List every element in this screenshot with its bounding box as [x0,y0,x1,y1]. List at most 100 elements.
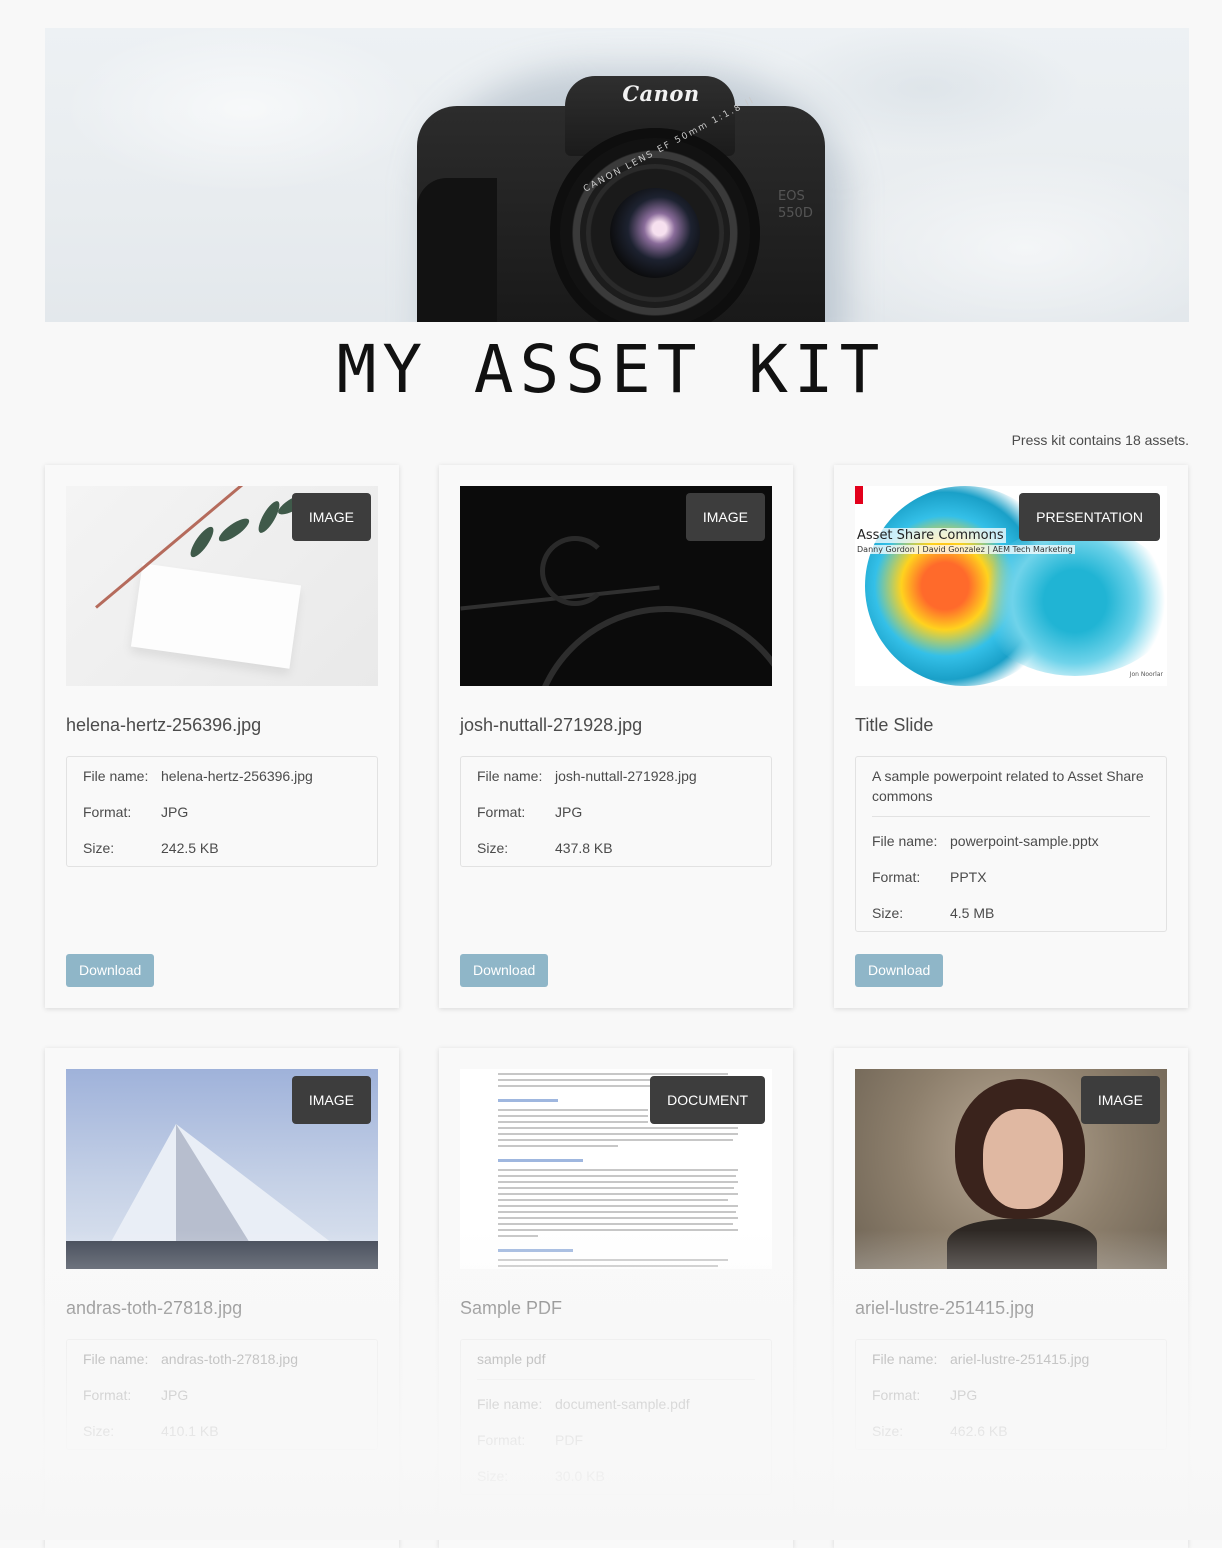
thumb-text-line [498,1265,718,1267]
detail-row-filename: File name: powerpoint-sample.pptx [872,823,1150,859]
detail-row-size: Size: 462.6 KB [872,1413,1150,1449]
asset-details: File name: helena-hertz-256396.jpg Forma… [66,756,378,867]
detail-row-format: Format: JPG [872,1377,1150,1413]
detail-row-format: Format: PDF [477,1422,755,1458]
thumb-text-line [498,1175,736,1177]
asset-card[interactable]: Asset Share Commons Danny Gordon | David… [834,465,1188,1008]
detail-value: josh-nuttall-271928.jpg [555,768,697,784]
thumb-gift-tag [130,563,302,669]
detail-row-format: Format: JPG [83,794,361,830]
detail-row-format: Format: PPTX [872,859,1150,895]
download-button[interactable]: Download [66,954,155,987]
asset-description: sample pdf [477,1340,755,1380]
thumb-slide-subtitle: Danny Gordon | David Gonzalez | AEM Tech… [855,545,1075,554]
detail-row-filename: File name: document-sample.pdf [477,1386,755,1422]
detail-value: powerpoint-sample.pptx [950,833,1099,849]
detail-label: Format: [477,1432,526,1448]
detail-value: PPTX [950,869,987,885]
asset-card[interactable]: DOCUMENT Sample PDF sample pdf File name… [439,1048,793,1548]
asset-title[interactable]: Sample PDF [460,1298,562,1319]
thumb-leaf [215,514,253,546]
detail-value: 242.5 KB [161,840,219,856]
asset-card[interactable]: IMAGE ariel-lustre-251415.jpg File name:… [834,1048,1188,1548]
download-button[interactable]: Download [855,954,944,987]
asset-card[interactable]: IMAGE josh-nuttall-271928.jpg File name:… [439,465,793,1008]
asset-title[interactable]: Title Slide [855,715,933,736]
detail-label: Format: [872,1387,921,1403]
thumb-slide-title: Asset Share Commons [855,528,1006,543]
detail-row-filename: File name: josh-nuttall-271928.jpg [477,758,755,794]
detail-label: Format: [872,869,921,885]
thumb-portrait-face [983,1109,1063,1209]
thumb-portrait-body [947,1219,1097,1269]
detail-row-format: Format: JPG [477,794,755,830]
detail-row-size: Size: 30.0 KB [477,1458,755,1494]
thumb-text-line [498,1193,738,1195]
thumb-text-line [498,1211,736,1213]
detail-row-size: Size: 242.5 KB [83,830,361,866]
asset-details: File name: andras-toth-27818.jpg Format:… [66,1339,378,1450]
camera-model: EOS 550D [778,188,813,222]
thumb-text-line [498,1223,733,1225]
thumb-slide-author: Jon Noorlar [1129,671,1163,678]
asset-title[interactable]: helena-hertz-256396.jpg [66,715,261,736]
asset-type-badge: IMAGE [685,493,765,541]
asset-title[interactable]: andras-toth-27818.jpg [66,1298,242,1319]
page-title: MY ASSET KIT [336,331,886,408]
detail-row-size: Size: 4.5 MB [872,895,1150,931]
detail-label: File name: [83,1351,149,1367]
detail-label: Size: [477,1468,509,1484]
asset-card[interactable]: IMAGE helena-hertz-256396.jpg File name:… [45,465,399,1008]
detail-value: ariel-lustre-251415.jpg [950,1351,1090,1367]
detail-value: JPG [555,804,583,820]
asset-type-badge: PRESENTATION [1019,493,1160,541]
detail-row-filename: File name: helena-hertz-256396.jpg [83,758,361,794]
camera-lens-glass [610,188,700,278]
adobe-logo-icon [855,486,863,504]
thumb-text-line [498,1187,734,1189]
detail-value: helena-hertz-256396.jpg [161,768,313,784]
detail-value: 437.8 KB [555,840,613,856]
detail-row-size: Size: 410.1 KB [83,1413,361,1449]
thumb-text-line [498,1229,738,1231]
detail-row-size: Size: 437.8 KB [477,830,755,866]
detail-value: JPG [161,1387,189,1403]
thumb-text-line [498,1133,738,1135]
asset-title[interactable]: josh-nuttall-271928.jpg [460,715,642,736]
detail-row-format: Format: JPG [83,1377,361,1413]
thumb-heading-line [498,1159,583,1162]
thumb-text-line [498,1145,618,1147]
asset-details: File name: ariel-lustre-251415.jpg Forma… [855,1339,1167,1450]
thumb-text-line [498,1235,538,1237]
detail-value: 4.5 MB [950,905,995,921]
thumb-heading-line [498,1099,558,1102]
thumb-text-line [498,1121,648,1123]
camera-grip [417,178,497,322]
detail-value: document-sample.pdf [555,1396,690,1412]
asset-details: File name: josh-nuttall-271928.jpg Forma… [460,756,772,867]
thumb-text-line [498,1217,738,1219]
detail-value: PDF [555,1432,583,1448]
thumb-leaf [254,498,284,536]
download-button[interactable]: Download [460,954,549,987]
detail-label: Format: [83,804,132,820]
detail-row-filename: File name: andras-toth-27818.jpg [83,1341,361,1377]
asset-title[interactable]: ariel-lustre-251415.jpg [855,1298,1034,1319]
detail-label: Size: [83,1423,115,1439]
asset-details: A sample powerpoint related to Asset Sha… [855,756,1167,932]
asset-type-badge: IMAGE [291,493,371,541]
detail-label: Size: [872,905,904,921]
detail-label: Format: [83,1387,132,1403]
thumb-text-line [498,1181,738,1183]
detail-label: File name: [83,768,149,784]
asset-type-badge: IMAGE [1080,1076,1160,1124]
asset-count: Press kit contains 18 assets. [1011,432,1189,448]
thumb-text-line [498,1199,728,1201]
asset-type-badge: IMAGE [291,1076,371,1124]
asset-card[interactable]: IMAGE andras-toth-27818.jpg File name: a… [45,1048,399,1548]
detail-value: JPG [950,1387,978,1403]
thumb-text-line [498,1115,648,1117]
camera-brand-logo: Canon [622,81,700,106]
detail-label: Size: [83,840,115,856]
thumb-bike-handlebar [540,536,610,606]
